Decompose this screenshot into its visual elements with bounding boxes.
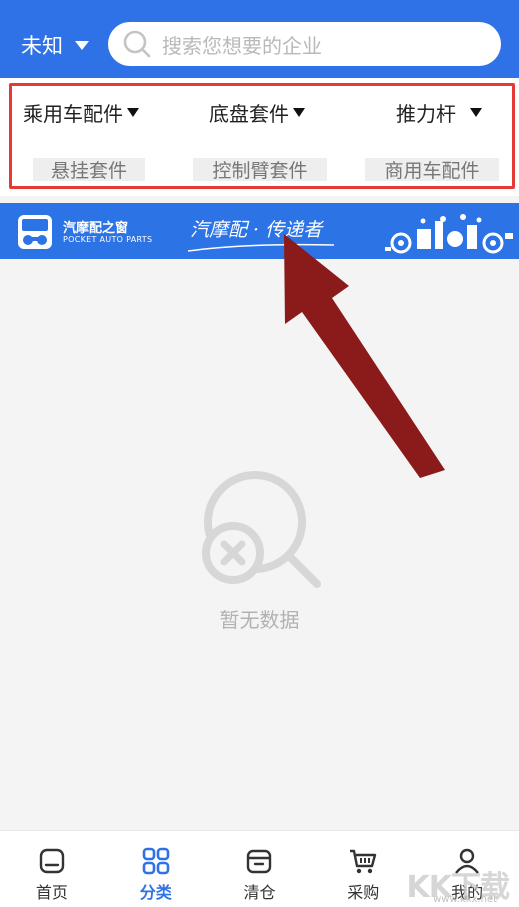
search-placeholder: 搜索您想要的企业	[162, 33, 322, 58]
filter-chip-suspension-kit[interactable]: 悬挂套件	[33, 158, 145, 182]
brand-name-en: POCKET AUTO PARTS	[63, 235, 153, 244]
brand-name: 汽摩配之窗	[63, 221, 129, 236]
tab-category[interactable]: 分类	[104, 831, 208, 907]
filter-select-label: 底盘套件	[209, 102, 289, 126]
cart-icon	[350, 849, 377, 874]
dropdown-triangle-icon	[293, 108, 305, 117]
home-icon	[39, 848, 65, 874]
dropdown-triangle-icon	[470, 108, 482, 117]
tab-label: 分类	[139, 883, 172, 902]
filter-chip-control-arm-kit[interactable]: 控制臂套件	[193, 158, 327, 182]
banner-slogan: 汽摩配 · 传递者	[190, 219, 323, 241]
filter-panel: 乘用车配件 底盘套件 推力杆 悬挂套件 控制臂套件 商用车配件	[0, 78, 519, 196]
dropdown-triangle-icon	[127, 108, 139, 117]
clearance-box-icon	[247, 849, 272, 874]
filter-select-label: 乘用车配件	[23, 102, 123, 126]
tab-clearance[interactable]: 清仓	[208, 831, 312, 907]
filter-chip-commercial-parts[interactable]: 商用车配件	[365, 158, 499, 182]
location-label: 未知	[21, 34, 63, 58]
top-header: 未知 搜索您想要的企业	[0, 0, 519, 78]
filter-select-passenger-parts[interactable]: 乘用车配件	[23, 98, 139, 127]
category-icon	[142, 847, 169, 875]
location-selector[interactable]: 未知	[21, 30, 89, 60]
tab-label: 首页	[35, 883, 68, 902]
no-data-icon	[202, 471, 321, 588]
tab-label: 清仓	[243, 883, 276, 902]
filter-select-label: 推力杆	[396, 102, 456, 126]
filter-select-thrust-rod[interactable]: 推力杆	[396, 98, 482, 127]
search-input[interactable]: 搜索您想要的企业	[108, 22, 501, 66]
watermark-url: www.kkx.net	[433, 894, 497, 905]
tab-home[interactable]: 首页	[0, 831, 104, 907]
slogan-swoosh	[187, 243, 335, 252]
search-icon	[123, 30, 151, 58]
tab-label: 采购	[347, 883, 380, 902]
watermark: KK下载 www.kkx.net	[398, 858, 519, 907]
promo-banner[interactable]: 汽摩配之窗 POCKET AUTO PARTS 汽摩配 · 传递者	[0, 203, 519, 259]
filter-select-chassis-kit[interactable]: 底盘套件	[209, 98, 305, 127]
empty-state-text: 暂无数据	[219, 608, 300, 632]
auto-parts-illustration	[385, 214, 513, 254]
chevron-down-icon	[75, 40, 89, 50]
brand-logo-icon	[18, 215, 52, 249]
